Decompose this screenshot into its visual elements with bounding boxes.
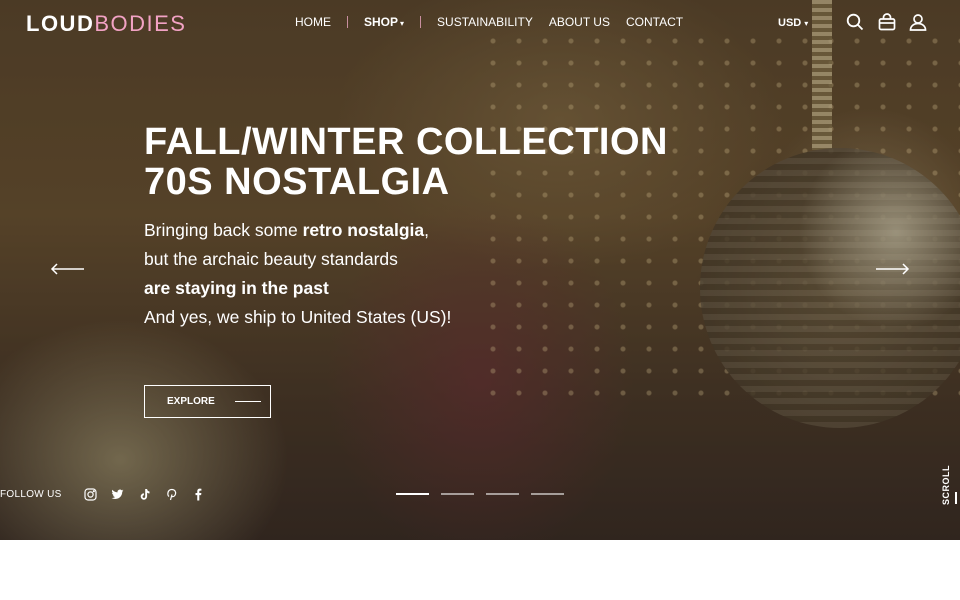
slide-indicator-1[interactable]	[396, 493, 429, 495]
headline-line-2: 70S NOSTALGIA	[144, 161, 450, 203]
top-navigation-bar: LOUDBODIES HOME SHOP ▾ SUSTAINABILITY ABO…	[0, 0, 960, 46]
instagram-icon[interactable]	[84, 488, 97, 501]
chevron-down-icon: ▾	[804, 19, 809, 28]
currency-selector[interactable]: USD ▾	[778, 17, 808, 29]
arrow-right-icon[interactable]	[874, 262, 910, 276]
hero-banner: LOUDBODIES HOME SHOP ▾ SUSTAINABILITY ABO…	[0, 0, 960, 540]
description-line-2: but the archaic beauty standards	[144, 249, 398, 269]
main-nav: HOME SHOP ▾ SUSTAINABILITY ABOUT US CONTA…	[288, 15, 683, 32]
pinterest-icon[interactable]	[165, 488, 178, 501]
scroll-bar	[955, 492, 957, 504]
explore-button[interactable]: EXPLORE	[144, 385, 271, 418]
slide-indicator-4[interactable]	[531, 493, 564, 495]
currency-value: USD	[778, 17, 802, 29]
nav-sustainability[interactable]: SUSTAINABILITY	[437, 15, 533, 29]
follow-us-bar: FOLLOW US	[0, 488, 219, 501]
nav-shop[interactable]: SHOP ▾	[364, 15, 404, 29]
user-icon[interactable]	[909, 13, 927, 31]
search-icon[interactable]	[846, 13, 864, 31]
bag-icon[interactable]	[878, 13, 896, 31]
nav-shop-label: SHOP	[364, 15, 399, 29]
explore-line-icon	[234, 401, 261, 402]
slide-indicator-3[interactable]	[486, 493, 519, 495]
nav-about[interactable]: ABOUT US	[549, 15, 610, 29]
arrow-left-icon[interactable]	[50, 262, 86, 276]
nav-divider	[420, 16, 422, 28]
description-text: ,	[424, 220, 429, 240]
hero-headline: FALL/WINTER COLLECTION 70S NOSTALGIA	[144, 122, 668, 202]
nav-contact[interactable]: CONTACT	[626, 15, 683, 29]
description-bold-text: retro nostalgia	[302, 220, 425, 240]
slide-indicators	[396, 493, 576, 495]
facebook-icon[interactable]	[192, 488, 205, 501]
description-line-1: Bringing back some retro nostalgia,	[144, 216, 451, 245]
explore-label: EXPLORE	[167, 396, 215, 407]
tiktok-icon[interactable]	[138, 488, 151, 501]
follow-us-label: FOLLOW US	[0, 489, 62, 500]
logo-bold-text: LOUD	[26, 11, 95, 36]
chevron-down-icon: ▾	[400, 19, 405, 28]
description-line-3: are staying in the past	[144, 274, 451, 303]
scroll-indicator[interactable]: SCROLL	[934, 465, 957, 510]
description-text: Bringing back some	[144, 220, 303, 240]
logo-light-text: BODIES	[94, 11, 187, 36]
description-line-4: And yes, we ship to United States (US)!	[144, 307, 452, 327]
nav-divider	[347, 16, 348, 28]
hero-description: Bringing back some retro nostalgia, but …	[144, 216, 451, 332]
twitter-icon[interactable]	[111, 488, 124, 501]
slide-indicator-2[interactable]	[441, 493, 474, 495]
headline-line-1: FALL/WINTER COLLECTION	[144, 121, 668, 163]
brand-logo[interactable]: LOUDBODIES	[26, 11, 186, 37]
nav-home[interactable]: HOME	[290, 15, 336, 32]
scroll-label: SCROLL	[941, 465, 951, 505]
description-bold-text: are staying in the past	[144, 278, 329, 298]
